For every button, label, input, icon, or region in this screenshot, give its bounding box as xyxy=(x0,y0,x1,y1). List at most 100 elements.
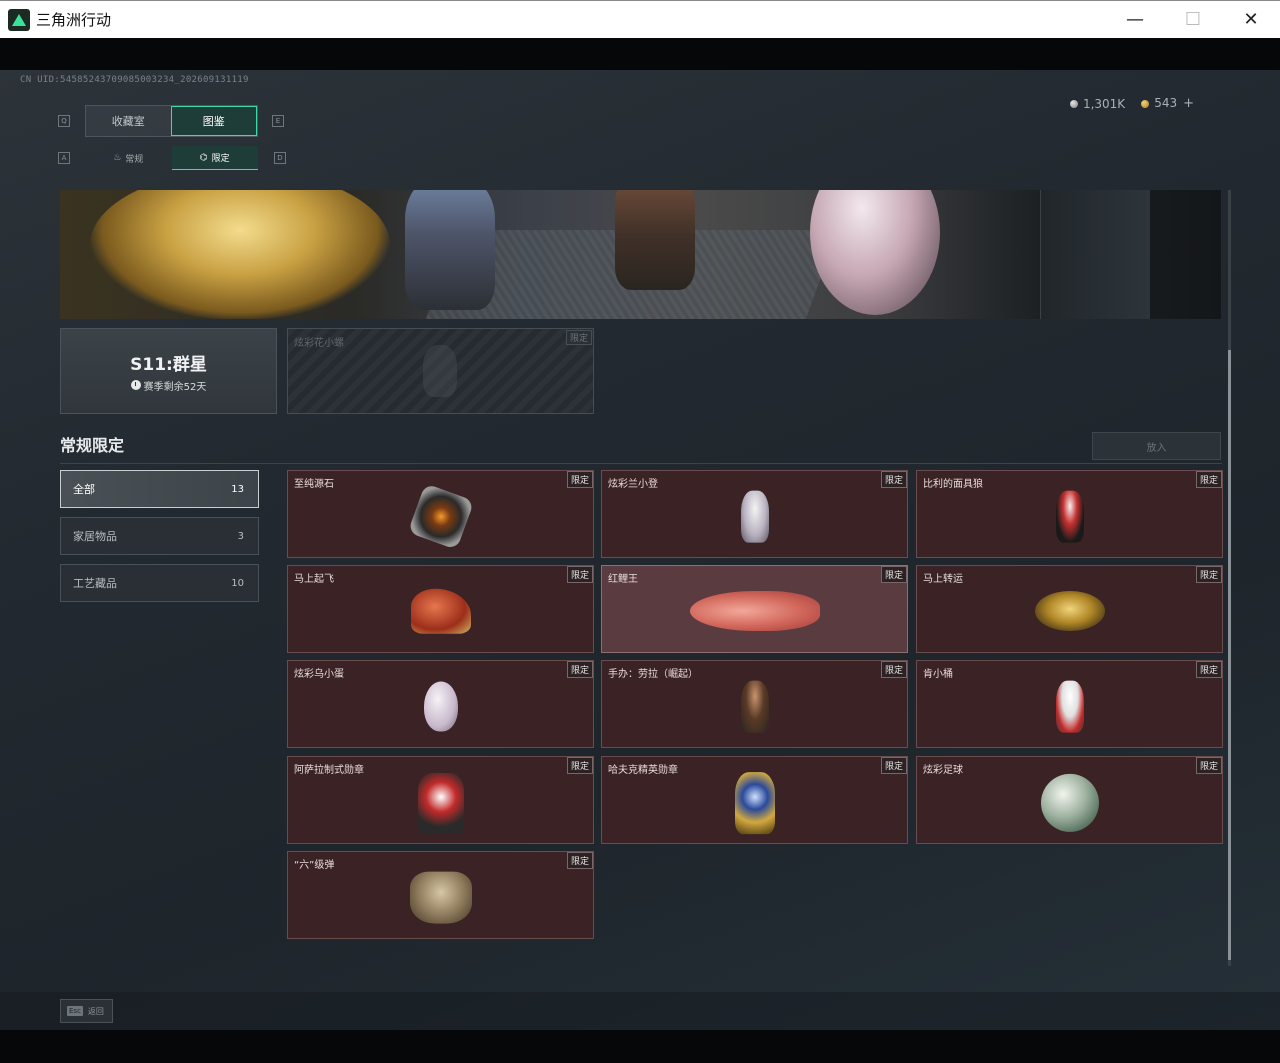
season-remaining: 赛季剩余52天 xyxy=(130,378,206,393)
item-card[interactable]: 至纯源石 限定 xyxy=(287,470,594,558)
tab-catalog[interactable]: 图鉴 xyxy=(170,106,257,136)
main-tabs: 收藏室 图鉴 xyxy=(85,105,258,137)
item-name: 肯小桶 xyxy=(923,669,953,680)
item-card[interactable]: 炫彩乌小蛋 限定 xyxy=(287,660,594,748)
haavk-elite-medal-icon xyxy=(734,772,775,835)
footer-bar xyxy=(0,992,1280,1030)
featured-slot[interactable]: 炫彩花小螺 限定 xyxy=(287,328,594,414)
letterbox-bottom xyxy=(0,1030,1280,1063)
add-currency-button[interactable]: + xyxy=(1183,96,1194,111)
window-controls: — ☐ ✕ xyxy=(1106,1,1280,38)
sub-tabs: ♨ 常规 ⌬ 限定 xyxy=(85,146,258,170)
featured-silhouette xyxy=(423,345,457,397)
limited-badge: 限定 xyxy=(566,757,593,774)
filter-crafts[interactable]: 工艺藏品 10 xyxy=(60,564,259,602)
filter-all-label: 全部 xyxy=(73,483,95,496)
filter-home-items[interactable]: 家居物品 3 xyxy=(60,517,259,555)
item-card[interactable]: 肯小桶 限定 xyxy=(916,660,1223,748)
season-card[interactable]: S11:群星 赛季剩余52天 xyxy=(60,328,277,414)
item-name: 马上起飞 xyxy=(294,574,334,585)
item-name: 哈夫克精英勋章 xyxy=(608,765,678,776)
item-card[interactable]: 手办：劳拉（崛起） 限定 xyxy=(601,660,908,748)
golden-compass-icon xyxy=(1034,591,1105,631)
limited-badge: 限定 xyxy=(880,757,907,774)
window-title: 三角洲行动 xyxy=(36,11,112,29)
key-hint-d: D xyxy=(274,152,286,164)
put-in-button[interactable]: 放入 xyxy=(1092,432,1221,460)
red-horse-icon xyxy=(410,588,471,634)
banner-golden-turtle xyxy=(90,190,390,319)
gold-amount: 543 xyxy=(1154,96,1178,110)
item-card[interactable]: 马上起飞 限定 xyxy=(287,565,594,653)
item-name: 至纯源石 xyxy=(294,479,334,490)
item-name: 炫彩足球 xyxy=(923,765,963,776)
item-name: 比利的面具狼 xyxy=(923,479,983,490)
egg-figure-icon xyxy=(423,681,458,732)
pure-source-stone-icon xyxy=(407,483,474,550)
limited-icon: ⌬ xyxy=(199,152,208,163)
item-name: “六”级弹 xyxy=(294,860,335,871)
subtab-limited[interactable]: ⌬ 限定 xyxy=(171,146,258,170)
limited-badge: 限定 xyxy=(566,471,593,488)
item-card[interactable]: 红鲤王 限定 xyxy=(601,565,908,653)
player-uid: CN UID:54585243709085003234_202609131119 xyxy=(20,75,249,85)
item-card[interactable]: 马上转运 限定 xyxy=(916,565,1223,653)
key-hint-a: A xyxy=(58,152,70,164)
key-hint-e: E xyxy=(272,115,284,127)
game-viewport: CN UID:54585243709085003234_202609131119… xyxy=(0,70,1280,1030)
filter-all-count: 13 xyxy=(231,483,244,495)
item-card[interactable]: 炫彩足球 限定 xyxy=(916,756,1223,844)
key-hint-q: Q xyxy=(58,115,70,127)
item-name: 炫彩乌小蛋 xyxy=(294,669,344,680)
red-carp-icon xyxy=(689,591,820,631)
app-logo-icon xyxy=(8,8,30,31)
esc-key-hint: Esc xyxy=(67,1006,83,1016)
maximize-button[interactable]: ☐ xyxy=(1164,1,1222,38)
limited-badge: 限定 xyxy=(880,471,907,488)
tab-collection-room[interactable]: 收藏室 xyxy=(86,106,171,136)
limited-badge: 限定 xyxy=(1195,566,1222,583)
list-scrollbar[interactable] xyxy=(1228,190,1231,966)
item-name: 手办：劳拉（崛起） xyxy=(608,669,698,680)
regular-icon: ♨ xyxy=(113,153,122,163)
filter-all[interactable]: 全部 13 xyxy=(60,470,259,508)
window-titlebar: 三角洲行动 — ☐ ✕ xyxy=(0,0,1280,38)
asala-medal-icon xyxy=(417,773,464,833)
lara-figure-icon xyxy=(740,680,769,733)
limited-badge: 限定 xyxy=(880,661,907,678)
filter-crafts-count: 10 xyxy=(231,577,244,589)
silver-currency: 1,301K xyxy=(1069,97,1125,111)
gold-coin-icon xyxy=(1141,99,1150,108)
season-banner xyxy=(60,190,1221,319)
football-icon xyxy=(1040,773,1099,832)
filter-crafts-label: 工艺藏品 xyxy=(73,577,117,590)
season-name: S11:群星 xyxy=(130,354,207,375)
six-sign-hand-icon xyxy=(409,871,472,924)
section-divider xyxy=(60,463,1222,464)
silver-coin-icon xyxy=(1069,100,1078,108)
item-name: 马上转运 xyxy=(923,574,963,585)
minimize-button[interactable]: — xyxy=(1106,1,1164,38)
item-card[interactable]: 比利的面具狼 限定 xyxy=(916,470,1223,558)
item-card[interactable]: 炫彩兰小登 限定 xyxy=(601,470,908,558)
close-button[interactable]: ✕ xyxy=(1222,1,1280,38)
section-title: 常规限定 xyxy=(60,436,125,455)
item-name: 炫彩兰小登 xyxy=(608,479,658,490)
filter-home-items-count: 3 xyxy=(237,530,244,542)
item-name: 红鲤王 xyxy=(608,574,638,585)
limited-badge: 限定 xyxy=(1195,471,1222,488)
scrollbar-thumb[interactable] xyxy=(1228,350,1231,960)
banner-robot-figure xyxy=(405,190,495,310)
item-card[interactable]: 阿萨拉制式勋章 限定 xyxy=(287,756,594,844)
limited-badge: 限定 xyxy=(1195,661,1222,678)
subtab-limited-label: 限定 xyxy=(211,154,230,164)
letterbox-top xyxy=(0,38,1280,70)
banner-soldier-figure xyxy=(615,190,695,290)
back-button[interactable]: Esc 返回 xyxy=(60,999,113,1023)
subtab-regular[interactable]: ♨ 常规 xyxy=(85,146,172,170)
item-card[interactable]: 哈夫克精英勋章 限定 xyxy=(601,756,908,844)
item-card[interactable]: “六”级弹 限定 xyxy=(287,851,594,939)
mask-figure-icon xyxy=(1055,490,1084,543)
clock-icon xyxy=(130,380,141,390)
currency-bar: 1,301K 543 + xyxy=(1069,96,1194,111)
